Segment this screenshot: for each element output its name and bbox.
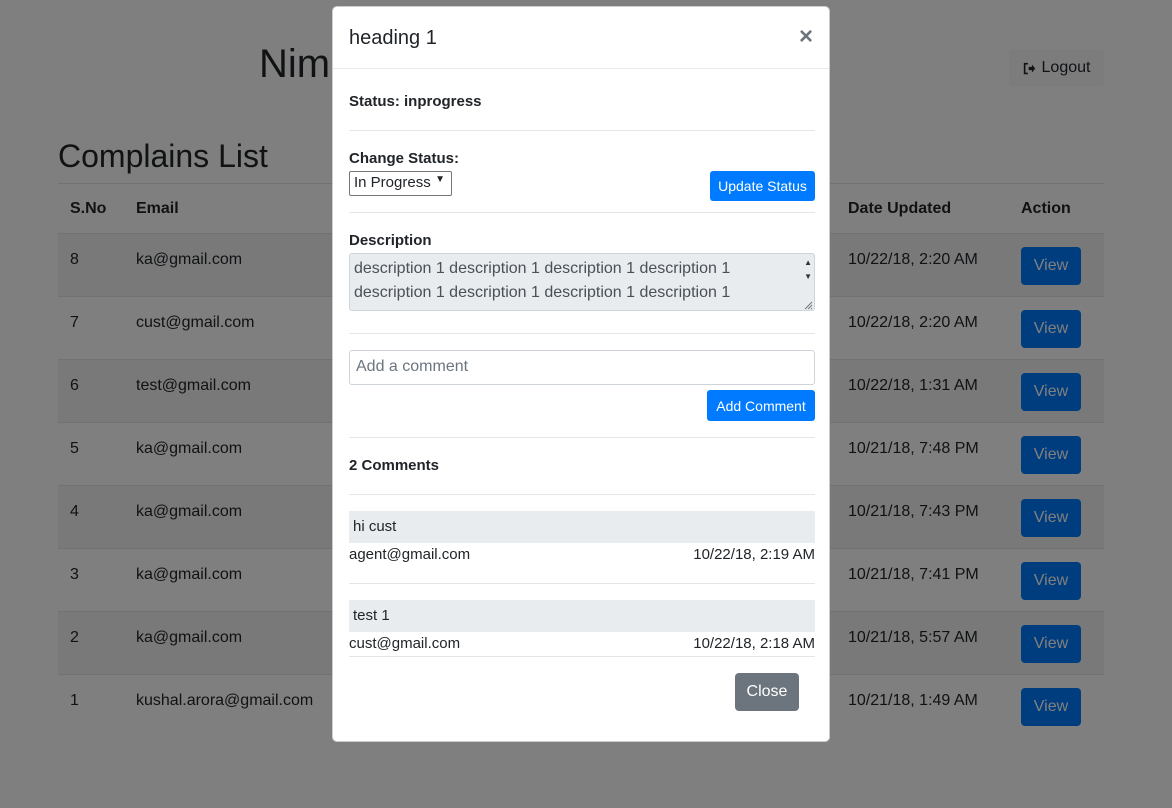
description-textarea[interactable]: description 1 description 1 description …	[349, 253, 815, 311]
status-text: Status: inprogress	[349, 93, 482, 110]
update-status-button[interactable]: Update Status	[710, 171, 815, 201]
divider	[349, 212, 815, 213]
description-label: Description	[349, 232, 432, 249]
comment-author: agent@gmail.com	[349, 546, 471, 563]
status-select-value: In Progress	[354, 174, 431, 191]
comment-meta: cust@gmail.com 10/22/18, 2:18 AM	[349, 635, 815, 652]
comment-input[interactable]: Add a comment	[349, 350, 815, 385]
divider	[349, 494, 815, 495]
divider	[349, 333, 815, 334]
add-comment-button[interactable]: Add Comment	[707, 390, 815, 421]
close-icon[interactable]: ×	[799, 25, 813, 49]
divider	[349, 437, 815, 438]
divider	[349, 130, 815, 131]
comment-date: 10/22/18, 2:19 AM	[693, 546, 815, 563]
scrollbar-arrows[interactable]: ▲ ▼	[804, 256, 812, 284]
comment-text: hi cust	[349, 511, 815, 543]
modal-title: heading 1	[349, 27, 437, 49]
description-line: description 1 description 1 description …	[354, 284, 731, 301]
caret-down-icon: ▼	[435, 174, 445, 185]
status-select[interactable]: In Progress ▼	[349, 171, 452, 196]
divider	[349, 583, 815, 584]
complaint-modal: heading 1 × Status: inprogress Change St…	[332, 6, 830, 742]
comment-author: cust@gmail.com	[349, 635, 461, 652]
divider	[349, 656, 815, 657]
modal-header: heading 1 ×	[333, 7, 829, 69]
close-button[interactable]: Close	[735, 673, 799, 711]
comment-meta: agent@gmail.com 10/22/18, 2:19 AM	[349, 546, 815, 563]
comment-text: test 1	[349, 600, 815, 632]
comments-count: 2 Comments	[349, 457, 440, 474]
description-line: description 1 description 1 description …	[354, 260, 731, 277]
comment-date: 10/22/18, 2:18 AM	[693, 635, 815, 652]
change-status-label: Change Status:	[349, 150, 460, 167]
resize-grip-icon[interactable]	[803, 300, 813, 310]
comment-placeholder: Add a comment	[356, 358, 469, 375]
